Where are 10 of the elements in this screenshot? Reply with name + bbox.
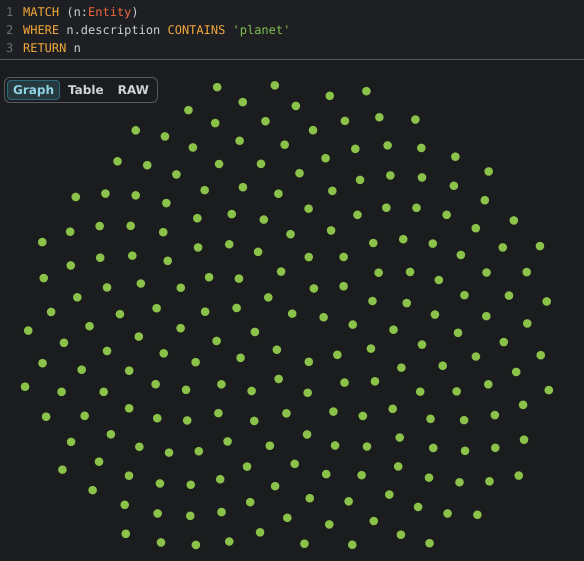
line-number: 3 — [5, 41, 14, 55]
query-editor[interactable]: 1 MATCH (n:Entity) 2 WHERE n.description CONTAINS 'planet' 3 RETURN n — [0, 0, 584, 60]
line-number: 2 — [5, 23, 14, 37]
code-line: RETURN n — [22, 41, 81, 55]
line-number: 1 — [5, 5, 14, 19]
code-line: WHERE n.description CONTAINS 'planet' — [22, 23, 290, 37]
view-tab[interactable]: Graph — [7, 80, 60, 100]
view-tab[interactable]: RAW — [112, 80, 155, 100]
view-tab[interactable]: Table — [62, 80, 110, 100]
code-line: MATCH (n:Entity) — [22, 5, 139, 19]
